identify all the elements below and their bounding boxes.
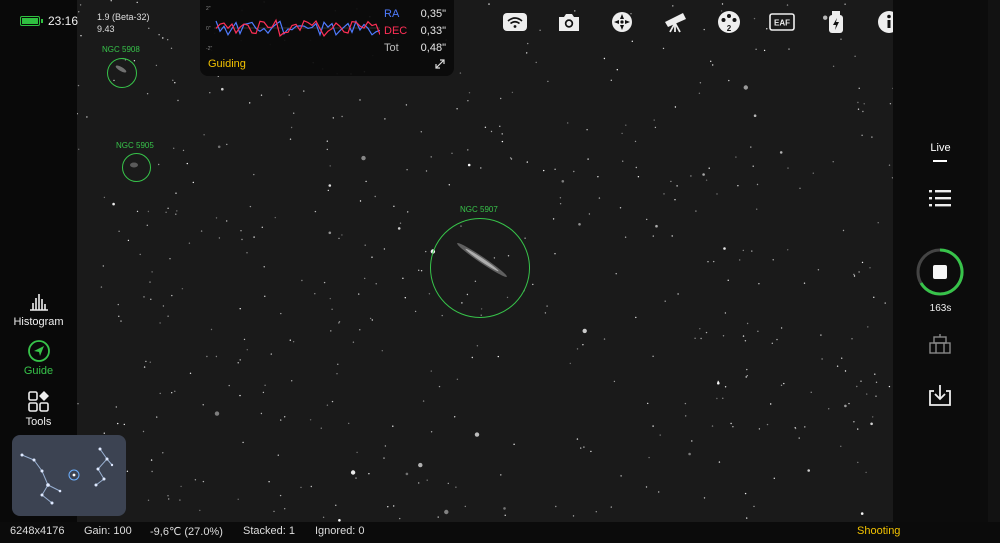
resolution: 6248x4176 — [10, 525, 65, 537]
exposure-timer: 163s — [929, 303, 952, 314]
ignored-count: Ignored: 0 — [315, 525, 365, 537]
ra-label: RA — [384, 8, 400, 20]
stop-icon — [933, 265, 947, 279]
guiding-title: Guiding — [208, 58, 246, 70]
guide-button[interactable]: Guide — [0, 339, 77, 377]
shooting-state: Shooting — [857, 525, 901, 537]
live-tab[interactable]: Live — [893, 142, 988, 154]
object-ring-ngc5908[interactable] — [107, 58, 137, 88]
status-area: 23:16 — [20, 14, 78, 28]
object-label-ngc5908: NGC 5908 — [102, 45, 140, 54]
tot-value: 0,48" — [420, 42, 446, 54]
version-line: 1.9 (Beta-32) — [97, 12, 150, 22]
graph-axis-mid: 0" — [206, 26, 211, 32]
tot-row: Tot 0,48" — [384, 42, 446, 54]
camera-icon[interactable] — [556, 10, 582, 34]
expand-icon[interactable] — [434, 58, 446, 70]
histogram-button[interactable]: Histogram — [0, 290, 77, 328]
histogram-icon — [29, 294, 48, 311]
constellation-map — [20, 447, 114, 505]
download-icon[interactable] — [928, 383, 952, 407]
sensor-temperature: -9,6℃ (27.0%) — [150, 526, 223, 538]
filter-wheel-badge: 2 — [727, 24, 732, 33]
filter-wheel-icon[interactable]: 2 — [716, 10, 742, 34]
graph-axis-top: 2" — [206, 6, 211, 12]
live-tab-indicator — [933, 160, 947, 162]
tools-icon — [27, 391, 49, 412]
ra-row: RA 0,35" — [384, 8, 446, 20]
power-icon[interactable] — [823, 10, 849, 34]
histogram-label: Histogram — [13, 316, 64, 328]
eaf-icon[interactable]: EAF — [769, 10, 795, 34]
graph-axis-bot: -2" — [206, 46, 212, 52]
sky-minimap[interactable] — [12, 435, 126, 516]
edge-strip — [988, 0, 1000, 543]
dec-label: DEC — [384, 25, 408, 37]
eaf-text: EAF — [774, 19, 790, 28]
object-label-ngc5905: NGC 5905 — [116, 141, 154, 150]
stack-settings-icon[interactable] — [928, 333, 952, 355]
guide-label: Guide — [23, 365, 54, 377]
tools-button[interactable]: Tools — [0, 390, 77, 428]
menu-list-icon[interactable] — [928, 187, 952, 209]
guide-icon — [27, 340, 50, 362]
stop-shooting-button[interactable] — [915, 247, 965, 297]
wifi-icon[interactable] — [502, 10, 528, 34]
battery-icon — [20, 16, 43, 26]
clock: 23:16 — [48, 14, 79, 28]
tot-label: Tot — [384, 42, 399, 54]
object-ring-ngc5907[interactable] — [430, 218, 530, 318]
app-version: 1.9 (Beta-32) 9.43 — [97, 11, 150, 35]
stacked-count: Stacked: 1 — [243, 525, 295, 537]
dec-value: 0,33" — [420, 25, 446, 37]
guiding-graph: 2" 0" -2" — [206, 6, 380, 52]
guiding-panel[interactable]: 2" 0" -2" RA 0,35" DEC 0,33" Tot 0,48" G… — [200, 0, 454, 76]
gain: Gain: 100 — [84, 525, 132, 537]
object-ring-ngc5905[interactable] — [122, 153, 151, 182]
version-build: 9.43 — [97, 24, 115, 34]
ra-value: 0,35" — [420, 8, 446, 20]
telescope-icon[interactable] — [662, 10, 688, 34]
object-label-ngc5907: NGC 5907 — [460, 205, 498, 214]
dec-row: DEC 0,33" — [384, 25, 446, 37]
focuser-icon[interactable] — [609, 10, 635, 34]
tools-label: Tools — [25, 416, 52, 428]
right-rail: Live 163s — [893, 0, 988, 543]
